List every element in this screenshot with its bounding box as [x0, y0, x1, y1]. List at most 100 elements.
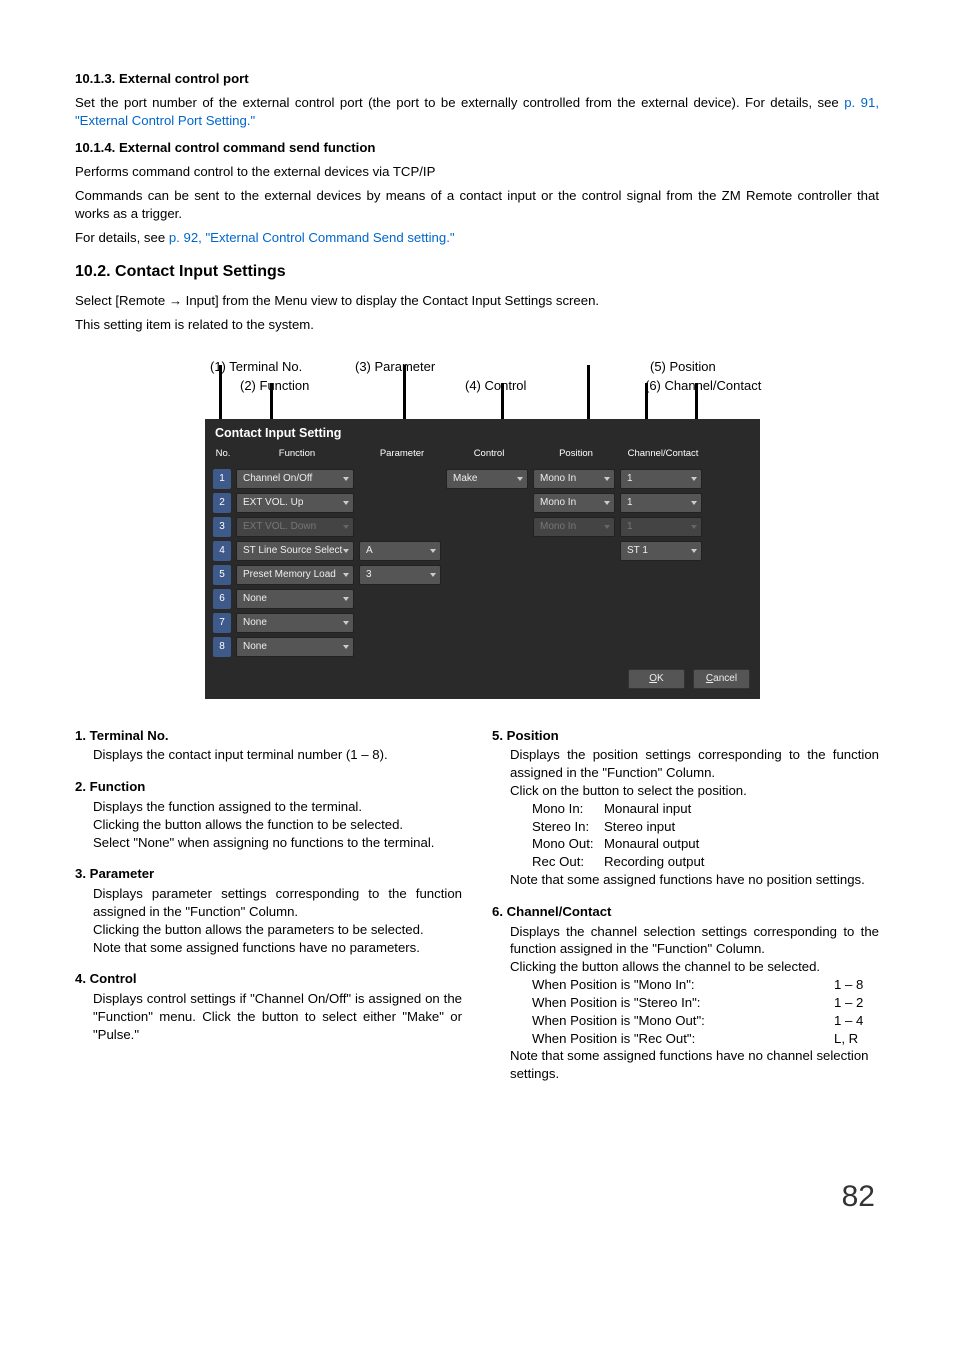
- heading-10-2: 10.2. Contact Input Settings: [75, 261, 879, 283]
- chevron-down-icon: [691, 501, 697, 505]
- desc-5-note: Note that some assigned functions have n…: [492, 871, 879, 889]
- row-number-badge: 5: [213, 565, 231, 585]
- control-dropdown[interactable]: Make: [446, 469, 528, 489]
- text: Set the port number of the external cont…: [75, 95, 844, 110]
- channel-dropdown[interactable]: ST 1: [620, 541, 702, 561]
- chevron-down-icon: [343, 525, 349, 529]
- chevron-down-icon: [343, 549, 349, 553]
- panel-title: Contact Input Setting: [205, 419, 760, 446]
- table-row: 1Channel On/OffMakeMono In1: [205, 467, 760, 491]
- function-dropdown: EXT VOL. Down: [236, 517, 354, 537]
- row-number-badge: 7: [213, 613, 231, 633]
- heading-10-1-4: 10.1.4. External control command send fu…: [75, 139, 879, 157]
- desc-6-note: Note that some assigned functions have n…: [492, 1047, 879, 1083]
- ok-button[interactable]: OK: [628, 669, 685, 689]
- chevron-down-icon: [604, 525, 610, 529]
- table-row: 4ST Line Source SelectA ST 1: [205, 539, 760, 563]
- col-header-control: Control: [448, 448, 530, 461]
- function-dropdown[interactable]: ST Line Source Select: [236, 541, 354, 561]
- chevron-down-icon: [691, 525, 697, 529]
- chevron-down-icon: [343, 621, 349, 625]
- callout-2: (2) Function: [240, 377, 395, 395]
- link-p92[interactable]: p. 92, "External Control Command Send se…: [169, 230, 455, 245]
- paragraph: This setting item is related to the syst…: [75, 316, 879, 334]
- callout-row-top: (1) Terminal No. (3) Parameter (5) Posit…: [210, 358, 879, 376]
- callout-6: (6) Channel/Contact: [645, 377, 761, 395]
- col-header-channel: Channel/Contact: [622, 448, 704, 461]
- channel-range: When Position is "Stereo In":1 – 2: [492, 994, 879, 1012]
- desc-3-body: Displays parameter settings correspondin…: [75, 885, 462, 956]
- desc-1-heading: 1. Terminal No.: [75, 727, 462, 745]
- row-number-badge: 2: [213, 493, 231, 513]
- paragraph: Performs command control to the external…: [75, 163, 879, 181]
- desc-5-heading: 5. Position: [492, 727, 879, 745]
- chevron-down-icon: [430, 549, 436, 553]
- col-header-position: Position: [535, 448, 617, 461]
- table-row: 8None: [205, 635, 760, 659]
- channel-dropdown[interactable]: 1: [620, 469, 702, 489]
- position-dropdown[interactable]: Mono In: [533, 469, 615, 489]
- chevron-down-icon: [691, 477, 697, 481]
- function-dropdown[interactable]: Channel On/Off: [236, 469, 354, 489]
- desc-3-heading: 3. Parameter: [75, 865, 462, 883]
- row-number-badge: 3: [213, 517, 231, 537]
- desc-1-body: Displays the contact input terminal numb…: [75, 746, 462, 764]
- table-header-row: No. Function Parameter Control Position …: [205, 446, 760, 467]
- callout-4: (4) Control: [465, 377, 595, 395]
- desc-4-body: Displays control settings if "Channel On…: [75, 990, 462, 1043]
- chevron-down-icon: [343, 501, 349, 505]
- position-option: Rec Out:Recording output: [492, 853, 879, 871]
- chevron-down-icon: [343, 645, 349, 649]
- function-dropdown[interactable]: None: [236, 637, 354, 657]
- chevron-down-icon: [691, 549, 697, 553]
- cancel-button[interactable]: Cancel: [693, 669, 750, 689]
- position-option: Mono In:Monaural input: [492, 800, 879, 818]
- parameter-dropdown[interactable]: 3: [359, 565, 441, 585]
- desc-2-body: Displays the function assigned to the te…: [75, 798, 462, 851]
- page-number: 82: [75, 1177, 879, 1218]
- position-option: Stereo In:Stereo input: [492, 818, 879, 836]
- table-row: 5Preset Memory Load3: [205, 563, 760, 587]
- callout-1: (1) Terminal No.: [210, 358, 355, 376]
- function-dropdown[interactable]: Preset Memory Load: [236, 565, 354, 585]
- position-option: Mono Out:Monaural output: [492, 835, 879, 853]
- col-header-no: No.: [213, 448, 233, 461]
- paragraph: For details, see p. 92, "External Contro…: [75, 229, 879, 247]
- channel-range: When Position is "Rec Out":L, R: [492, 1030, 879, 1048]
- desc-4-heading: 4. Control: [75, 970, 462, 988]
- chevron-down-icon: [604, 501, 610, 505]
- function-dropdown[interactable]: None: [236, 589, 354, 609]
- table-row: 3EXT VOL. Down Mono In1: [205, 515, 760, 539]
- callout-3: (3) Parameter: [355, 358, 495, 376]
- desc-6-heading: 6. Channel/Contact: [492, 903, 879, 921]
- desc-6-body: Displays the channel selection settings …: [492, 923, 879, 976]
- parameter-dropdown[interactable]: A: [359, 541, 441, 561]
- chevron-down-icon: [517, 477, 523, 481]
- desc-5-body: Displays the position settings correspon…: [492, 746, 879, 799]
- function-dropdown[interactable]: EXT VOL. Up: [236, 493, 354, 513]
- channel-dropdown[interactable]: 1: [620, 493, 702, 513]
- text: For details, see: [75, 230, 169, 245]
- paragraph: Select [Remote → Input] from the Menu vi…: [75, 292, 879, 310]
- row-number-badge: 4: [213, 541, 231, 561]
- position-dropdown[interactable]: Mono In: [533, 493, 615, 513]
- position-dropdown: Mono In: [533, 517, 615, 537]
- table-row: 6None: [205, 587, 760, 611]
- callout-markers: [175, 395, 879, 419]
- heading-10-1-3: 10.1.3. External control port: [75, 70, 879, 88]
- row-number-badge: 8: [213, 637, 231, 657]
- chevron-down-icon: [343, 573, 349, 577]
- callout-row-bottom: (2) Function (4) Control (6) Channel/Con…: [240, 377, 879, 395]
- channel-range: When Position is "Mono In":1 – 8: [492, 976, 879, 994]
- row-number-badge: 1: [213, 469, 231, 489]
- paragraph: Set the port number of the external cont…: [75, 94, 879, 130]
- function-dropdown[interactable]: None: [236, 613, 354, 633]
- col-header-function: Function: [238, 448, 356, 461]
- paragraph: Commands can be sent to the external dev…: [75, 187, 879, 223]
- table-row: 2EXT VOL. Up Mono In1: [205, 491, 760, 515]
- contact-input-settings-panel: Contact Input Setting No. Function Param…: [205, 419, 760, 699]
- desc-2-heading: 2. Function: [75, 778, 462, 796]
- chevron-down-icon: [343, 477, 349, 481]
- col-header-parameter: Parameter: [361, 448, 443, 461]
- channel-dropdown: 1: [620, 517, 702, 537]
